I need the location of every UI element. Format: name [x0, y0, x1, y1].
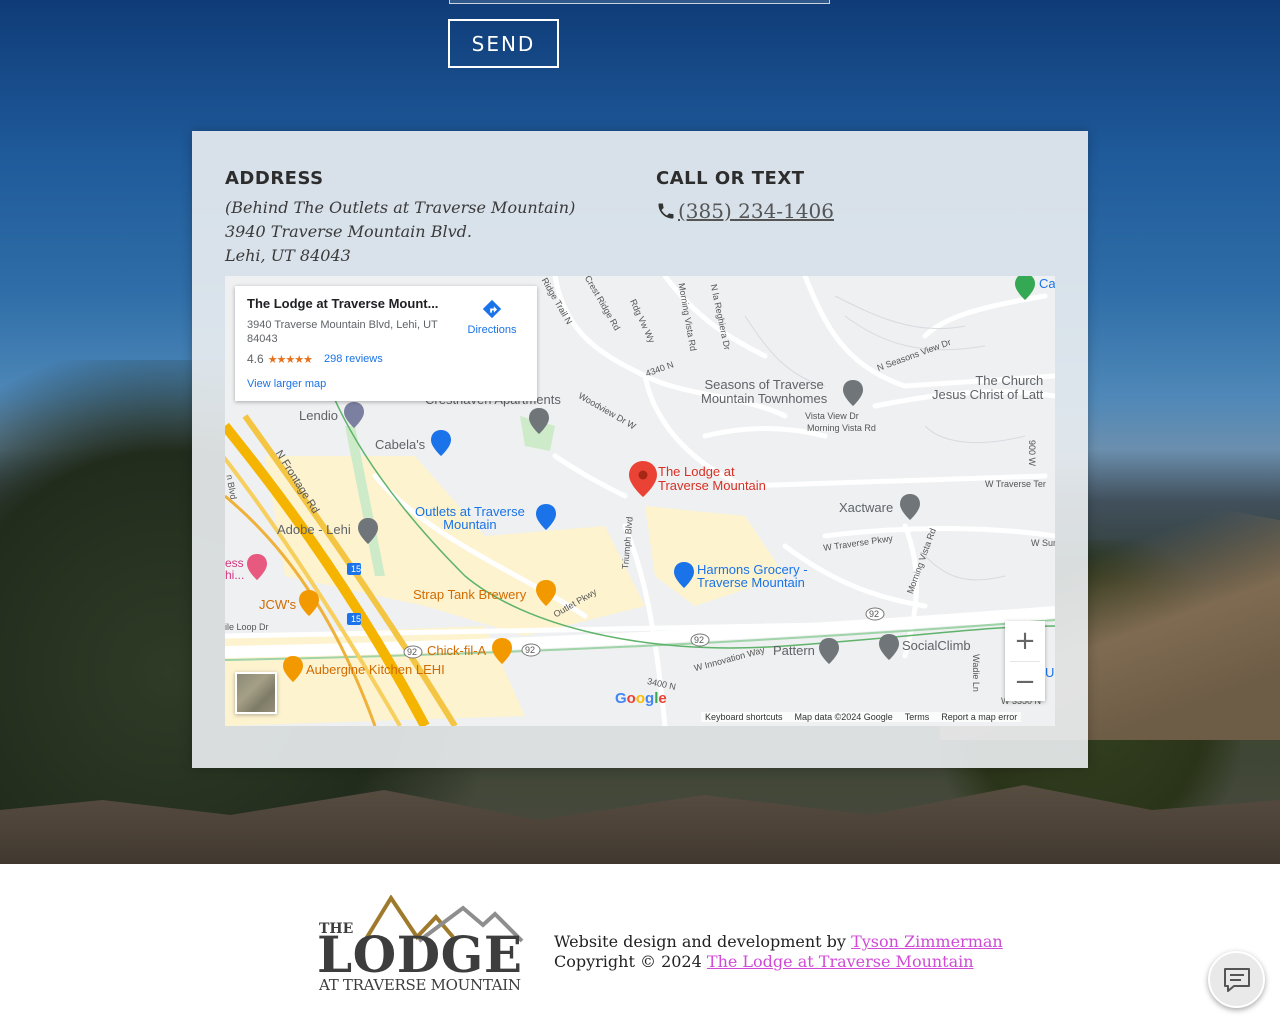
poi-adobe: Adobe - Lehi — [277, 522, 351, 537]
map-data-attribution: Map data ©2024 Google — [794, 712, 893, 722]
address-block: (Behind The Outlets at Traverse Mountain… — [225, 196, 575, 268]
google-map[interactable]: 15 15 92 92 92 92 N Frontage Rd Woodview… — [225, 276, 1055, 726]
star-rating-icon: ★★★★★ — [267, 353, 313, 366]
credit-text: Website design and development by — [554, 932, 846, 951]
phone-row: (385) 234-1406 — [656, 199, 834, 223]
poi-lendio: Lendio — [299, 408, 339, 423]
phone-link[interactable]: (385) 234-1406 — [678, 199, 834, 223]
directions-icon — [482, 299, 502, 319]
lodge-home-link[interactable]: The Lodge at Traverse Mountain — [707, 952, 974, 971]
reviews-link[interactable]: 298 reviews — [324, 353, 383, 365]
view-larger-map-link[interactable]: View larger map — [247, 378, 326, 390]
road-label-ile-loop: ile Loop Dr — [225, 622, 269, 632]
place-address: 3940 Traverse Mountain Blvd, Lehi, UT 84… — [247, 319, 438, 345]
copyright-text: Copyright © 2024 — [554, 952, 702, 971]
poi-u: U — [1045, 665, 1055, 680]
zoom-controls: + − — [1005, 621, 1045, 701]
place-title[interactable]: The Lodge at Traverse Mount... — [247, 296, 447, 311]
chat-icon — [1223, 967, 1250, 992]
directions-label: Directions — [467, 324, 517, 336]
map-place-card: The Lodge at Traverse Mount... 3940 Trav… — [235, 286, 537, 401]
satellite-toggle-button[interactable] — [235, 672, 277, 714]
keyboard-shortcuts-link[interactable]: Keyboard shortcuts — [705, 712, 783, 722]
address-line-3: Lehi, UT 84043 — [225, 246, 351, 265]
developer-link[interactable]: Tyson Zimmerman — [851, 932, 1003, 951]
road-label-wadie: Wadie Ln — [970, 654, 981, 692]
address-line-2: 3940 Traverse Mountain Blvd. — [225, 222, 472, 241]
call-heading: CALL OR TEXT — [656, 168, 805, 189]
road-label-vista-view: Vista View Dr — [805, 411, 859, 421]
poi-strap-tank: Strap Tank Brewery — [413, 587, 527, 602]
road-label-900w: 900 W — [1027, 439, 1038, 467]
address-line-1: (Behind The Outlets at Traverse Mountain… — [225, 198, 576, 217]
poi-cabelas: Cabela's — [375, 437, 426, 452]
poi-chickfila: Chick-fil-A — [427, 643, 487, 658]
route-92-label: 92 — [407, 647, 418, 657]
poi-xactware: Xactware — [839, 500, 894, 515]
route-15-label: 15 — [351, 614, 362, 624]
place-rating-value: 4.6 — [247, 352, 264, 366]
logo-sub-text: AT TRAVERSE MOUNTAIN — [318, 976, 521, 994]
credit-line: Website design and development by Tyson … — [554, 932, 1003, 952]
poi-church: The Church Jesus Christ of Latt — [932, 373, 1044, 402]
poi-seasons: Seasons of Traverse Mountain Townhomes — [701, 377, 828, 406]
poi-pattern: Pattern — [773, 643, 815, 658]
lodge-logo[interactable]: THE LODGE AT TRAVERSE MOUNTAIN — [313, 894, 525, 995]
lodge-logo-mark: THE LODGE AT TRAVERSE MOUNTAIN — [317, 894, 524, 994]
google-logo: Google — [615, 690, 667, 707]
chat-widget-button[interactable] — [1208, 951, 1265, 1008]
route-92-label: 92 — [694, 635, 705, 645]
phone-icon — [658, 203, 674, 219]
road-label-w-traverse-ter: W Traverse Ter — [985, 479, 1046, 489]
poi-aubergine: Aubergine Kitchen LEHI — [306, 662, 445, 677]
route-92-label: 92 — [525, 645, 536, 655]
terms-link[interactable]: Terms — [905, 712, 930, 722]
poi-socialclimb: SocialClimb — [902, 638, 971, 653]
zoom-in-button[interactable]: + — [1005, 621, 1045, 661]
lodge-map-label: The Lodge at Traverse Mountain — [658, 464, 766, 493]
map-attribution-bar: Keyboard shortcuts Map data ©2024 Google… — [701, 712, 1022, 722]
message-input-bottom-edge[interactable] — [449, 0, 830, 4]
zoom-out-button[interactable]: − — [1005, 662, 1045, 702]
footer-credits: Website design and development by Tyson … — [554, 932, 1003, 972]
route-92-label: 92 — [869, 609, 880, 619]
copyright-line: Copyright © 2024 The Lodge at Traverse M… — [554, 952, 1003, 972]
send-button[interactable]: SEND — [448, 19, 559, 68]
poi-ess: ess hi... — [225, 556, 245, 582]
road-label-morning-vista: Morning Vista Rd — [807, 423, 876, 433]
poi-outlets: Outlets at Traverse Mountain — [415, 504, 525, 532]
address-heading: ADDRESS — [225, 168, 324, 189]
route-15-label: 15 — [351, 564, 362, 574]
directions-button[interactable]: Directions — [459, 298, 525, 336]
report-map-error-link[interactable]: Report a map error — [941, 712, 1017, 722]
poi-jcws: JCW's — [259, 597, 297, 612]
poi-ca: Ca — [1039, 276, 1055, 291]
poi-harmons: Harmons Grocery - Traverse Mountain — [697, 562, 808, 590]
place-rating-row: 4.6 ★★★★★ 298 reviews — [247, 352, 383, 366]
road-label-w-sun: W Sun — [1031, 538, 1055, 548]
